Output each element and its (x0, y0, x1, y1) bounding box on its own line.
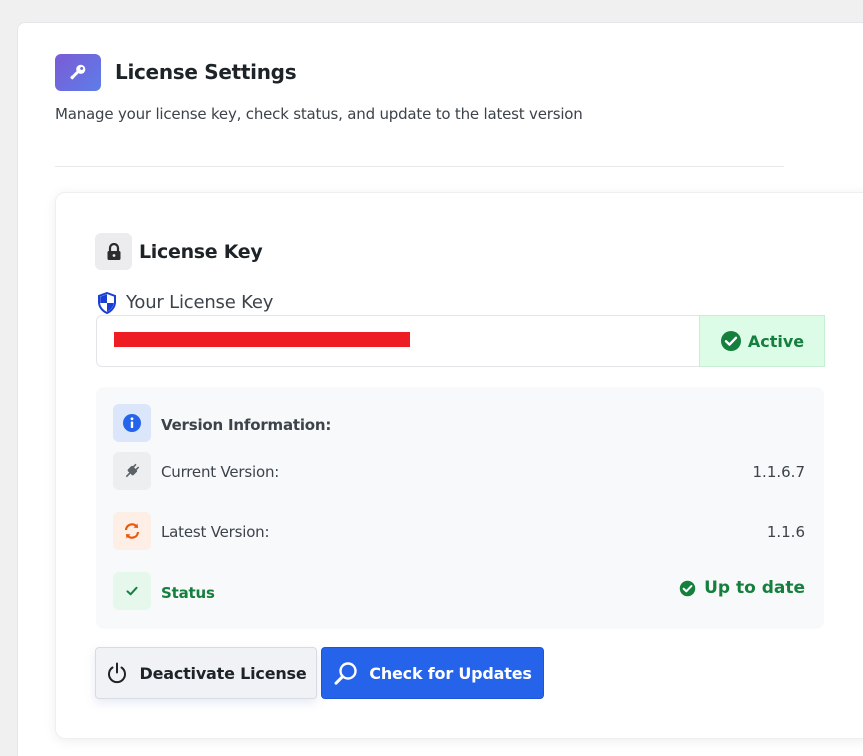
license-key-label: Your License Key (126, 292, 274, 313)
check-circle-icon (720, 331, 741, 351)
shield-icon (97, 291, 117, 315)
check-for-updates-label: Check for Updates (369, 663, 532, 683)
update-status-label: Up to date (704, 578, 805, 598)
check-circle-icon (679, 580, 696, 596)
deactivate-license-label: Deactivate License (139, 663, 307, 683)
info-icon (113, 404, 151, 442)
section-title: License Key (139, 241, 263, 263)
latest-version-value: 1.1.6 (766, 523, 805, 541)
status-badge-label: Active (747, 331, 805, 351)
divider (55, 166, 784, 167)
sync-icon (113, 512, 151, 550)
status-badge: Active (699, 315, 825, 367)
update-status: Up to date (679, 578, 805, 598)
latest-version-label: Latest Version: (161, 523, 270, 541)
key-icon (55, 54, 101, 91)
page-description: Manage your license key, check status, a… (55, 105, 583, 123)
plug-icon (113, 452, 151, 490)
page-title: License Settings (115, 60, 297, 84)
status-label: Status (161, 584, 215, 602)
magnifier-icon (334, 662, 357, 685)
power-icon (108, 662, 127, 684)
lock-icon (95, 233, 132, 270)
version-info-heading: Version Information: (161, 416, 332, 434)
deactivate-license-button[interactable]: Deactivate License (95, 647, 317, 699)
checkmark-icon (113, 572, 151, 610)
current-version-label: Current Version: (161, 463, 280, 481)
current-version-value: 1.1.6.7 (752, 463, 805, 481)
check-for-updates-button[interactable]: Check for Updates (321, 647, 544, 699)
redacted-license-key (114, 332, 410, 347)
